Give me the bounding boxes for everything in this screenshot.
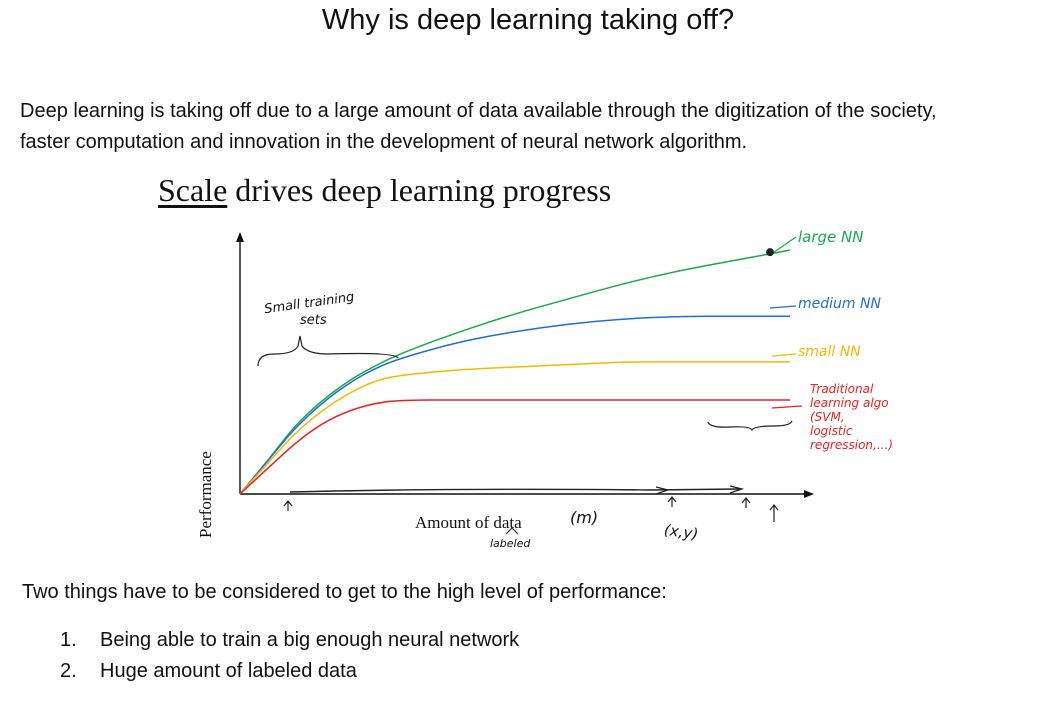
medium-nn-leader: [769, 305, 797, 309]
label-traditional-2: learning algo: [810, 396, 889, 410]
large-nn-dot: [766, 248, 774, 257]
y-axis-label: Performance: [196, 451, 215, 538]
scale-figure: Scale drives deep learning progress Perf…: [150, 168, 910, 568]
series-line-4: [239, 399, 790, 495]
label-small-nn: small NN: [798, 344, 861, 360]
series-line-2: [239, 315, 790, 495]
list-item: 1. Being able to train a big enough neura…: [60, 629, 519, 660]
intro-paragraph: Deep learning is taking off due to a lar…: [20, 96, 1050, 158]
list-text: Being able to train a big enough neural …: [100, 629, 520, 651]
data-span-line: [289, 488, 741, 493]
traditional-brace: [707, 420, 793, 432]
series-line-3: [239, 361, 790, 495]
label-traditional-4: logistic: [810, 424, 853, 438]
series-line-1: [239, 249, 791, 495]
traditional-leader: [771, 405, 803, 409]
chart-axes: [236, 232, 814, 498]
label-large-nn: large NN: [798, 228, 864, 246]
chart-series: [239, 249, 791, 495]
x-axis-arrow: [804, 490, 814, 498]
chart-annotations: [257, 236, 803, 535]
subheading: Two things have to be considered to get …: [22, 581, 667, 603]
list-item: 2. Huge amount of labeled data: [60, 660, 519, 691]
performance-chart: [236, 232, 814, 535]
label-traditional-5: regression,...): [810, 438, 893, 452]
list-number: 2.: [60, 660, 77, 682]
y-axis-arrow: [236, 232, 244, 242]
intro-line-1: Deep learning is taking off due to a lar…: [20, 100, 937, 122]
list-text: Huge amount of labeled data: [100, 660, 357, 682]
requirements-list: 1. Being able to train a big enough neura…: [60, 629, 519, 691]
label-traditional: Traditional learning algo (SVM, logistic…: [810, 382, 893, 452]
small-nn-leader: [771, 353, 797, 357]
large-nn-leader: [773, 236, 797, 253]
page-title: Why is deep learning taking off?: [321, 4, 735, 36]
intro-line-2: faster computation and innovation in the…: [20, 131, 748, 153]
handwritten-m: (m): [570, 508, 599, 527]
label-traditional-1: Traditional: [810, 382, 874, 396]
label-traditional-3: (SVM,: [810, 410, 845, 424]
small-training-brace: [257, 335, 399, 367]
x-axis-label: Amount of data: [415, 513, 522, 532]
handwritten-labeled: labeled: [490, 537, 531, 550]
label-medium-nn: medium NN: [798, 296, 881, 312]
handwritten-sets: sets: [300, 313, 327, 328]
list-number: 1.: [60, 629, 77, 651]
